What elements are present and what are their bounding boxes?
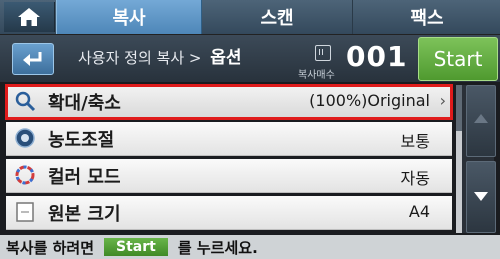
color-mode-icon xyxy=(15,165,35,185)
copies-count[interactable]: 001 xyxy=(346,40,407,73)
header-bar: 사용자 정의 복사 > 옵션 복사매수 001 Start xyxy=(0,35,500,82)
copies-label: 복사매수 xyxy=(298,70,335,81)
option-value: 자동 xyxy=(400,169,430,188)
option-row-zoom[interactable]: 확대/축소 (100%)Original › xyxy=(5,84,453,120)
scroll-thumb[interactable] xyxy=(456,85,462,131)
status-suffix: 를 누르세요. xyxy=(177,238,258,257)
copier-screen: 복사 스캔 팩스 사용자 정의 복사 > 옵션 복사매수 001 Start 확… xyxy=(0,0,500,259)
tab-scan[interactable]: 스캔 xyxy=(202,0,353,34)
darkness-icon xyxy=(15,128,35,148)
option-row-darkness[interactable]: 농도조절 보통 xyxy=(6,122,452,156)
breadcrumb-parent: 사용자 정의 복사 > xyxy=(78,49,202,67)
scroll-down-button[interactable] xyxy=(466,161,496,233)
chevron-right-icon: › xyxy=(439,91,446,110)
magnifier-icon xyxy=(15,91,36,112)
back-arrow-icon xyxy=(23,52,42,66)
option-row-color-mode[interactable]: 컬러 모드 자동 xyxy=(6,159,452,193)
breadcrumb: 사용자 정의 복사 > 옵션 xyxy=(78,43,242,68)
tab-copy[interactable]: 복사 xyxy=(56,0,202,34)
home-icon xyxy=(18,8,40,26)
option-value: A4 xyxy=(408,202,430,221)
arrow-up-icon xyxy=(474,114,488,123)
home-button[interactable] xyxy=(4,2,55,32)
option-label: 확대/축소 xyxy=(48,93,121,114)
tab-bar: 복사 스캔 팩스 xyxy=(0,0,500,35)
option-label: 농도조절 xyxy=(48,130,115,151)
option-label: 컬러 모드 xyxy=(48,167,121,188)
option-label: 원본 크기 xyxy=(48,204,121,225)
keypad-icon xyxy=(315,45,331,61)
status-start-badge: Start xyxy=(104,238,168,256)
options-list: 확대/축소 (100%)Original › 농도조절 보통 컬러 모드 자동 xyxy=(5,84,453,233)
back-button[interactable] xyxy=(12,43,54,75)
scroll-track[interactable] xyxy=(456,85,462,233)
start-button[interactable]: Start xyxy=(418,37,498,81)
breadcrumb-current: 옵션 xyxy=(210,48,242,68)
option-value: 보통 xyxy=(400,132,430,151)
original-size-icon xyxy=(16,202,34,222)
tab-fax[interactable]: 팩스 xyxy=(354,0,500,34)
scroll-up-button[interactable] xyxy=(466,85,496,157)
status-prefix: 복사를 하려면 xyxy=(6,238,95,257)
status-bar: 복사를 하려면 Start 를 누르세요. xyxy=(0,235,500,259)
option-value: (100%)Original xyxy=(309,91,430,110)
arrow-down-icon xyxy=(474,192,488,201)
option-row-original-size[interactable]: 원본 크기 A4 xyxy=(6,196,452,230)
scrollbar xyxy=(456,85,496,233)
